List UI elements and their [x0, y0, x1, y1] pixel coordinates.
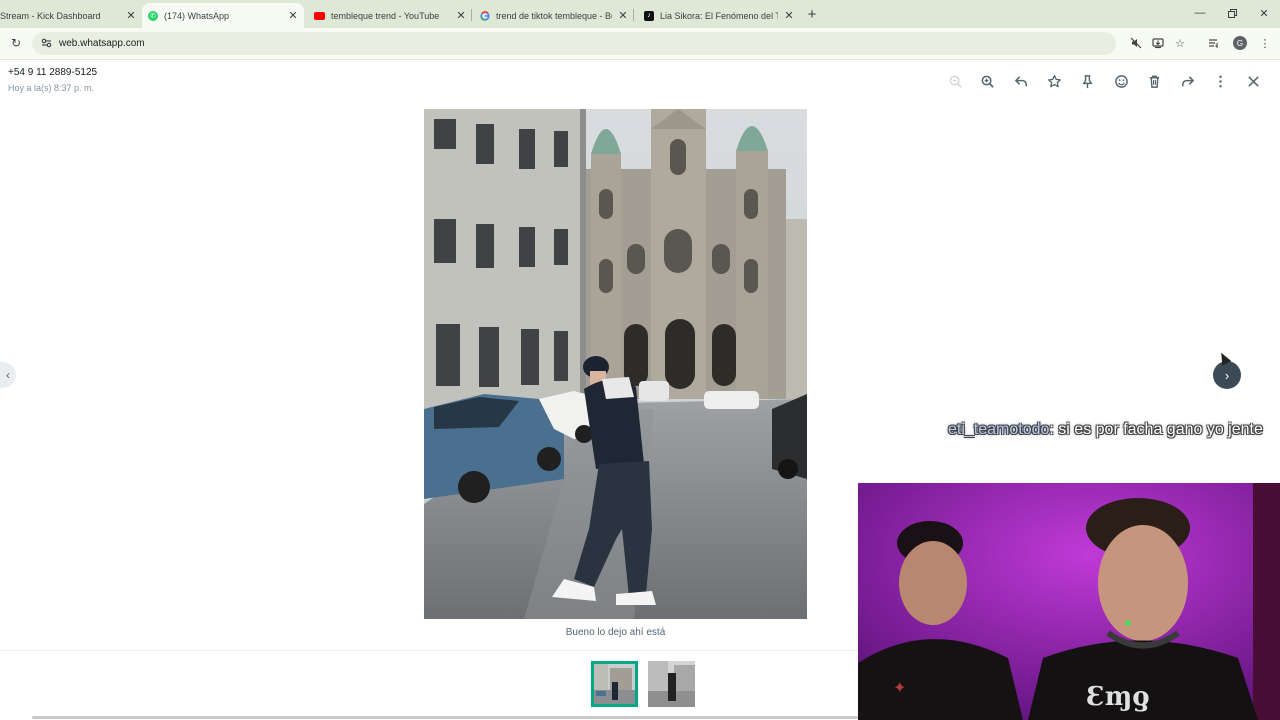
- chat-username: eti_teamotodo: [948, 421, 1050, 438]
- tab-close-icon[interactable]: ✕: [616, 9, 630, 23]
- reply-icon[interactable]: [1011, 71, 1031, 91]
- tab-search-icon[interactable]: [1207, 36, 1221, 50]
- star-icon[interactable]: [1044, 71, 1064, 91]
- tab-close-icon[interactable]: ✕: [782, 9, 796, 23]
- tab-youtube[interactable]: tembleque trend - YouTube ✕: [312, 3, 468, 28]
- previous-media-button[interactable]: ‹: [0, 362, 16, 388]
- emoji-react-icon[interactable]: [1111, 71, 1131, 91]
- google-icon: [480, 10, 490, 21]
- tab-kick-dashboard[interactable]: Stream - Kick Dashboard ✕: [0, 3, 138, 28]
- tab-tiktok[interactable]: ♪ Lia Sikora: El Fenómeno del Te ✕: [642, 3, 796, 28]
- message-timestamp: Hoy a la(s) 8:37 p. m.: [8, 83, 95, 93]
- media-thumbnail[interactable]: [648, 661, 695, 707]
- muted-site-icon[interactable]: [1129, 36, 1143, 50]
- whatsapp-icon: ✆: [148, 10, 158, 21]
- profile-avatar[interactable]: G: [1233, 36, 1247, 50]
- tab-title: Stream - Kick Dashboard: [0, 10, 101, 21]
- browser-tab-strip: Stream - Kick Dashboard ✕ ✆ (174) WhatsA…: [0, 0, 1280, 28]
- tab-close-icon[interactable]: ✕: [286, 9, 300, 23]
- restore-window-icon[interactable]: [1224, 5, 1240, 21]
- horizontal-scrollbar[interactable]: [32, 716, 858, 719]
- zoom-out-icon: [945, 71, 965, 91]
- zoom-in-icon[interactable]: [977, 71, 997, 91]
- next-media-button[interactable]: ›: [1213, 361, 1241, 389]
- pin-icon[interactable]: [1077, 71, 1097, 91]
- new-tab-button[interactable]: +: [804, 6, 820, 23]
- install-app-icon[interactable]: [1151, 36, 1165, 50]
- media-caption: Bueno lo dejo ahí está: [565, 627, 666, 638]
- stream-chat-message: eti_teamotodo: si es por facha gano yo j…: [948, 416, 1280, 443]
- address-bar[interactable]: web.whatsapp.com ☆: [32, 32, 1185, 55]
- tab-whatsapp[interactable]: ✆ (174) WhatsApp ✕: [142, 3, 304, 28]
- delete-icon[interactable]: [1144, 71, 1164, 91]
- tab-title: (174) WhatsApp: [164, 10, 230, 21]
- tab-separator: [471, 9, 472, 21]
- close-icon[interactable]: [1243, 71, 1263, 91]
- bookmark-star-icon[interactable]: ☆: [1173, 36, 1187, 50]
- tiktok-icon: ♪: [644, 10, 654, 21]
- tab-google-search[interactable]: trend de tiktok tembleque - Bu ✕: [478, 3, 630, 28]
- svg-text:Ɛɱƍ: Ɛɱƍ: [1086, 682, 1150, 712]
- streamer-webcam: ✦ Ɛɱƍ: [858, 483, 1280, 720]
- sender-phone-number[interactable]: +54 9 11 2889-5125: [8, 67, 97, 78]
- reload-icon[interactable]: ↻: [9, 36, 23, 50]
- minimize-window-icon[interactable]: —: [1192, 5, 1208, 21]
- tab-title: trend de tiktok tembleque - Bu: [496, 10, 612, 21]
- more-options-icon[interactable]: [1210, 71, 1230, 91]
- svg-text:✦: ✦: [893, 678, 906, 697]
- media-thumbnail-selected[interactable]: [591, 661, 638, 707]
- forward-icon[interactable]: [1177, 71, 1197, 91]
- site-settings-icon[interactable]: [40, 37, 52, 49]
- tab-separator: [633, 9, 634, 21]
- tab-close-icon[interactable]: ✕: [454, 9, 468, 23]
- thumbnail-strip-divider: [0, 650, 858, 651]
- browser-menu-icon[interactable]: ⋮: [1258, 36, 1272, 50]
- url-text: web.whatsapp.com: [59, 38, 145, 49]
- street-scene-photo: [424, 109, 807, 619]
- tab-title: Lia Sikora: El Fenómeno del Te: [660, 10, 778, 21]
- tab-close-icon[interactable]: ✕: [124, 9, 138, 23]
- chat-text: : si es por facha gano yo jente: [1049, 421, 1263, 438]
- tab-title: tembleque trend - YouTube: [331, 10, 440, 21]
- media-image[interactable]: [424, 109, 807, 619]
- close-window-icon[interactable]: ✕: [1256, 5, 1272, 21]
- youtube-icon: [314, 11, 325, 20]
- browser-toolbar: ↻ web.whatsapp.com ☆ G ⋮: [0, 28, 1280, 60]
